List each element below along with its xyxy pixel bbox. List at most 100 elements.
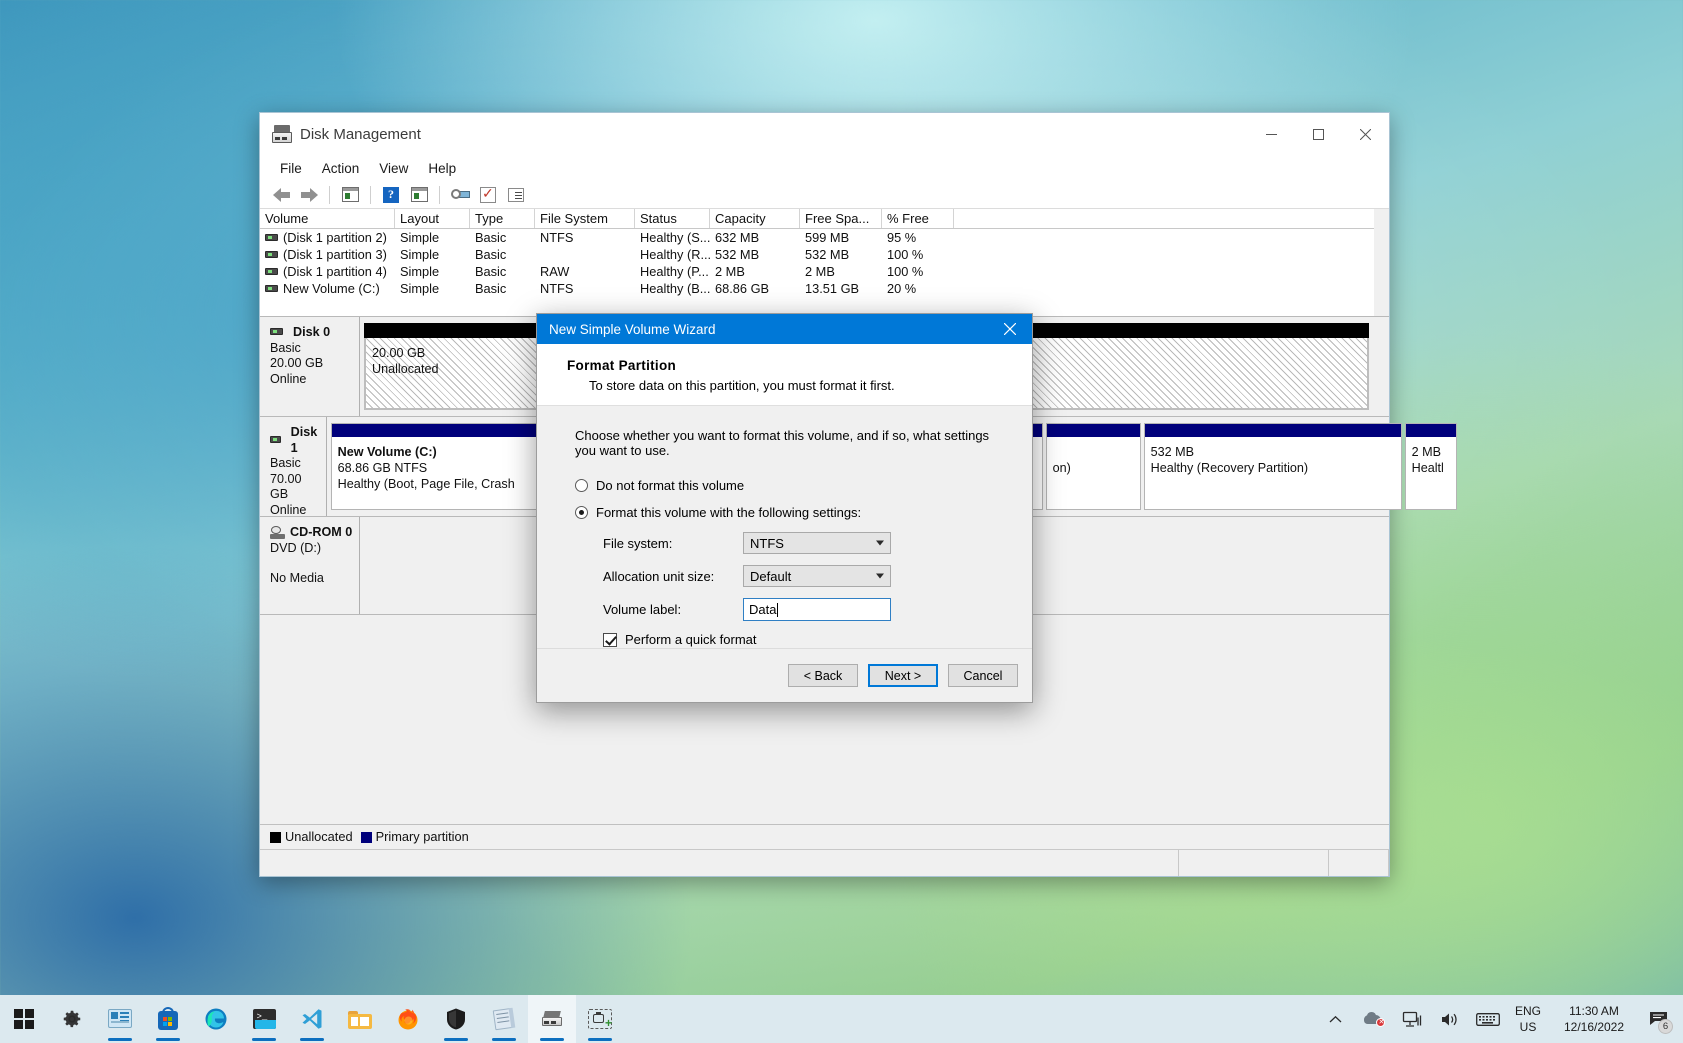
notification-center-button[interactable]: 6 <box>1641 995 1675 1043</box>
cell-volume: (Disk 1 partition 4) <box>283 264 387 279</box>
onedrive-status-button[interactable]: ✕ <box>1357 995 1391 1043</box>
keyboard-button[interactable] <box>1471 995 1505 1043</box>
firefox-button[interactable] <box>384 995 432 1043</box>
checkbox-perform-quick-format[interactable]: Perform a quick format <box>575 632 1004 647</box>
window-titlebar[interactable]: Disk Management <box>260 113 1389 155</box>
wizard-titlebar[interactable]: New Simple Volume Wizard <box>537 314 1032 344</box>
partition-recovery[interactable]: 532 MB Healthy (Recovery Partition) <box>1144 423 1402 510</box>
maximize-button[interactable] <box>1295 113 1342 155</box>
show-console-tree-button[interactable] <box>337 183 363 207</box>
column-header-layout[interactable]: Layout <box>395 209 470 228</box>
menu-item-view[interactable]: View <box>369 158 418 179</box>
column-header-volume[interactable]: Volume <box>260 209 395 228</box>
column-header-file-system[interactable]: File System <box>535 209 635 228</box>
disk-name: Disk 1 <box>291 425 320 456</box>
back-button[interactable]: < Back <box>788 664 858 687</box>
language-indicator[interactable]: ENG US <box>1509 1003 1547 1035</box>
column-header-free-space[interactable]: Free Spa... <box>800 209 882 228</box>
wizard-header: Format Partition To store data on this p… <box>537 344 1032 406</box>
table-row[interactable]: (Disk 1 partition 3) Simple Basic Health… <box>260 246 1389 263</box>
vs-code-button[interactable] <box>288 995 336 1043</box>
keyboard-icon <box>1476 1012 1500 1027</box>
disk-size: 20.00 GB <box>270 356 353 372</box>
wizard-title: New Simple Volume Wizard <box>549 322 716 337</box>
legend-label-unallocated: Unallocated <box>285 829 353 844</box>
radio-do-not-format[interactable]: Do not format this volume <box>575 478 1004 493</box>
start-button[interactable] <box>0 995 48 1043</box>
radio-format-with-settings[interactable]: Format this volume with the following se… <box>575 505 1004 520</box>
list-icon <box>508 188 524 202</box>
menu-item-help[interactable]: Help <box>418 158 466 179</box>
forward-button[interactable] <box>296 183 322 207</box>
table-row[interactable]: (Disk 1 partition 4) Simple Basic RAW He… <box>260 263 1389 280</box>
snipping-tool-button[interactable]: + <box>576 995 624 1043</box>
cancel-button[interactable]: Cancel <box>948 664 1018 687</box>
check-icon <box>480 187 496 203</box>
microsoft-edge-button[interactable] <box>192 995 240 1043</box>
file-explorer-button[interactable] <box>336 995 384 1043</box>
column-header-type[interactable]: Type <box>470 209 535 228</box>
volume-icon <box>1440 1011 1460 1028</box>
drive-icon <box>265 285 278 292</box>
volume-list[interactable]: Volume Layout Type File System Status Ca… <box>260 209 1389 317</box>
back-button[interactable] <box>268 183 294 207</box>
disk-info-0[interactable]: Disk 0 Basic 20.00 GB Online <box>260 317 360 416</box>
clock-date: 12/16/2022 <box>1564 1019 1624 1035</box>
disk-info-cdrom[interactable]: CD-ROM 0 DVD (D:) No Media <box>260 517 360 614</box>
legend-item-primary: Primary partition <box>361 829 469 844</box>
volume-label-input[interactable]: Data <box>743 598 891 621</box>
wizard-intro-text: Choose whether you want to format this v… <box>575 428 1004 458</box>
cell-file-system: RAW <box>535 263 635 280</box>
disk-state: No Media <box>270 571 353 587</box>
settings-button[interactable] <box>48 995 96 1043</box>
clock[interactable]: 11:30 AM 12/16/2022 <box>1551 1003 1637 1035</box>
disk-management-button[interactable] <box>528 995 576 1043</box>
disk-info-1[interactable]: Disk 1 Basic 70.00 GB Online <box>260 417 327 516</box>
network-icon <box>1402 1011 1422 1028</box>
show-hidden-icons-button[interactable] <box>1319 995 1353 1043</box>
table-row[interactable]: New Volume (C:) Simple Basic NTFS Health… <box>260 280 1389 297</box>
toolbar-separator <box>329 186 330 204</box>
menu-item-file[interactable]: File <box>270 158 312 179</box>
column-header-status[interactable]: Status <box>635 209 710 228</box>
network-button[interactable] <box>1395 995 1429 1043</box>
volume-list-scrollbar[interactable] <box>1374 209 1389 316</box>
help-button[interactable]: ? <box>378 183 404 207</box>
toolbar-separator <box>370 186 371 204</box>
file-system-value: NTFS <box>750 536 784 551</box>
task-view-button[interactable] <box>96 995 144 1043</box>
partition-recovery-left[interactable]: on) <box>1046 423 1141 510</box>
drive-icon <box>265 268 278 275</box>
close-button[interactable] <box>1342 113 1389 155</box>
cell-percent-free: 95 % <box>882 229 954 246</box>
allocation-unit-size-dropdown[interactable]: Default <box>743 565 891 587</box>
chevron-down-icon <box>876 541 884 546</box>
show-action-pane-button[interactable] <box>406 183 432 207</box>
wizard-subheading: To store data on this partition, you mus… <box>589 378 1032 393</box>
menu-item-action[interactable]: Action <box>312 158 370 179</box>
edge-icon <box>204 1007 228 1031</box>
table-row[interactable]: (Disk 1 partition 2) Simple Basic NTFS H… <box>260 229 1389 246</box>
properties-button[interactable] <box>503 183 529 207</box>
disk-icon <box>270 436 281 443</box>
windows-terminal-button[interactable]: >_ <box>240 995 288 1043</box>
cell-free-space: 599 MB <box>800 229 882 246</box>
minimize-button[interactable] <box>1248 113 1295 155</box>
microsoft-store-button[interactable] <box>144 995 192 1043</box>
partition-raw[interactable]: 2 MB Healtl <box>1405 423 1457 510</box>
rescan-disks-button[interactable] <box>447 183 473 207</box>
column-header-capacity[interactable]: Capacity <box>710 209 800 228</box>
column-header-percent-free[interactable]: % Free <box>882 209 954 228</box>
check-button[interactable] <box>475 183 501 207</box>
wizard-close-button[interactable] <box>987 314 1032 344</box>
volume-button[interactable] <box>1433 995 1467 1043</box>
notepad-button[interactable] <box>480 995 528 1043</box>
status-segment-main <box>260 850 1179 876</box>
partition-colorbar <box>1047 424 1140 437</box>
next-button[interactable]: Next > <box>868 664 938 687</box>
partition-size: 532 MB <box>1151 444 1395 460</box>
window-title: Disk Management <box>300 126 421 143</box>
windows-security-button[interactable] <box>432 995 480 1043</box>
folder-icon <box>348 1010 372 1029</box>
file-system-dropdown[interactable]: NTFS <box>743 532 891 554</box>
